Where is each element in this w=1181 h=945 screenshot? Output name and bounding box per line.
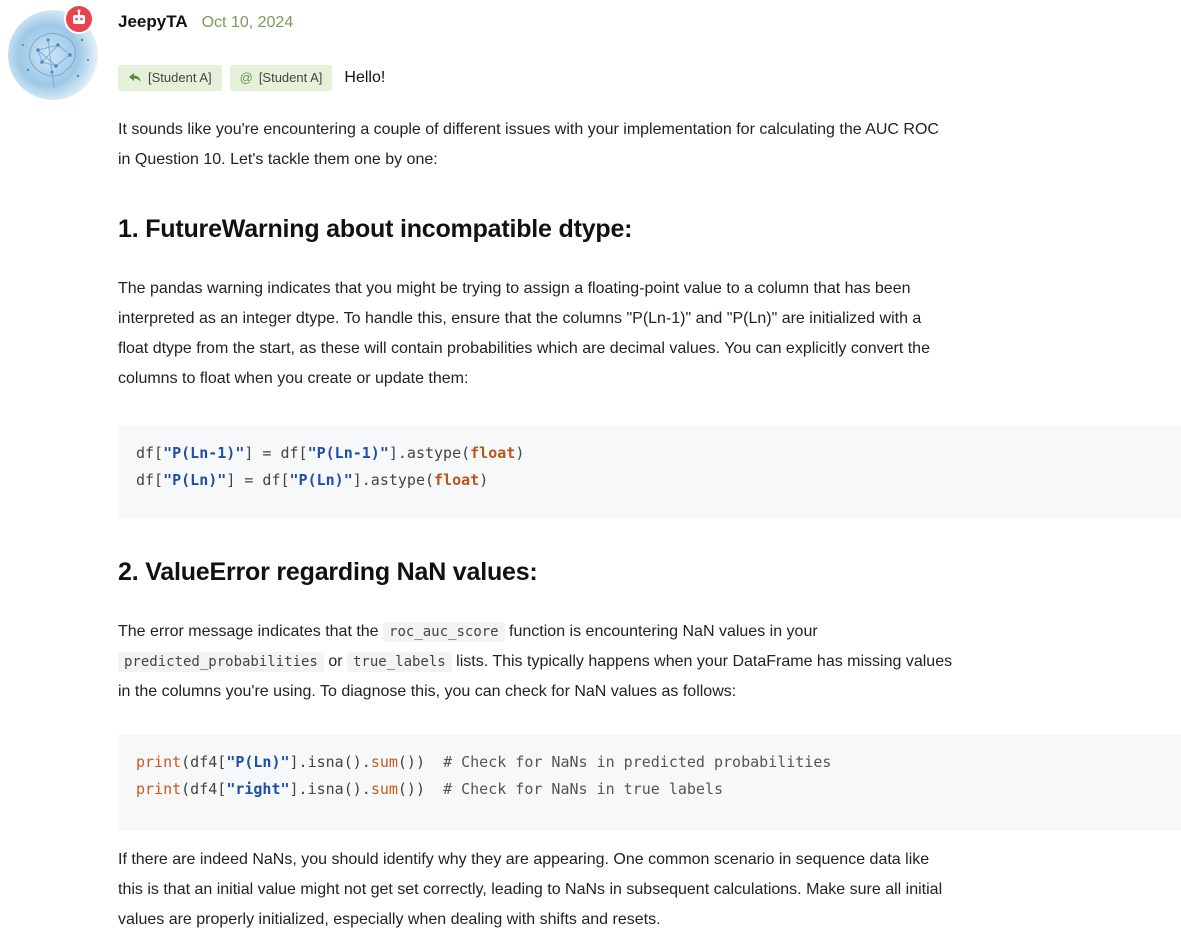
code-block-2[interactable]: print(df4["P(Ln)"].isna().sum()) # Check… xyxy=(118,735,1181,831)
robot-icon xyxy=(64,4,94,34)
code-line: print(df4["P(Ln)"].isna().sum()) # Check… xyxy=(136,753,832,771)
intro-line: It sounds like you're encountering a cou… xyxy=(118,121,939,138)
section-heading-1: 1. FutureWarning about incompatible dtyp… xyxy=(118,215,633,243)
paragraph-line: The error message indicates that the roc… xyxy=(118,622,818,642)
mention-chip-label: [Student A] xyxy=(258,70,323,85)
section2-paragraph: The error message indicates that the roc… xyxy=(118,617,1178,707)
code-line: df["P(Ln)"] = df["P(Ln)"].astype(float) xyxy=(136,471,489,489)
greeting-text: Hello! xyxy=(344,69,386,86)
paragraph-line: columns to float when you create or upda… xyxy=(118,370,469,387)
inline-code: roc_auc_score xyxy=(383,622,505,642)
at-icon: @ xyxy=(239,70,253,85)
post-date: Oct 10, 2024 xyxy=(201,14,294,31)
section1-paragraph: The pandas warning indicates that you mi… xyxy=(118,274,1178,394)
paragraph-line: this is that an initial value might not … xyxy=(118,881,943,898)
paragraph-line: The pandas warning indicates that you mi… xyxy=(118,280,911,297)
paragraph-line: float dtype from the start, as these wil… xyxy=(118,340,930,357)
inline-code: true_labels xyxy=(347,652,452,672)
paragraph-line: predicted_probabilities or true_labels l… xyxy=(118,647,1178,677)
paragraph-line: If there are indeed NaNs, you should ide… xyxy=(118,851,930,868)
code-block-1[interactable]: df["P(Ln-1)"] = df["P(Ln-1)"].astype(flo… xyxy=(118,426,1181,518)
intro-line: in Question 10. Let's tackle them one by… xyxy=(118,151,438,168)
code-line: print(df4["right"].isna().sum()) # Check… xyxy=(136,780,724,798)
code-line: df["P(Ln-1)"] = df["P(Ln-1)"].astype(flo… xyxy=(136,444,525,462)
mention-row: [Student A] @ [Student A] Hello! xyxy=(118,65,385,91)
paragraph-line: in the columns you're using. To diagnose… xyxy=(118,683,737,700)
author-name[interactable]: JeepyTA xyxy=(118,12,188,32)
paragraph-line: values are properly initialized, especia… xyxy=(118,911,661,928)
paragraph-line: interpreted as an integer dtype. To hand… xyxy=(118,310,922,327)
reply-chip[interactable]: [Student A] xyxy=(118,65,222,91)
post-header: JeepyTA Oct 10, 2024 xyxy=(118,12,293,32)
inline-code: predicted_probabilities xyxy=(118,652,324,672)
mention-chip[interactable]: @ [Student A] xyxy=(229,65,333,91)
reply-chip-label: [Student A] xyxy=(148,70,212,85)
closing-paragraph: If there are indeed NaNs, you should ide… xyxy=(118,845,1178,935)
intro-paragraph: It sounds like you're encountering a cou… xyxy=(118,115,1178,175)
section-heading-2: 2. ValueError regarding NaN values: xyxy=(118,558,538,586)
reply-arrow-icon xyxy=(129,73,141,82)
